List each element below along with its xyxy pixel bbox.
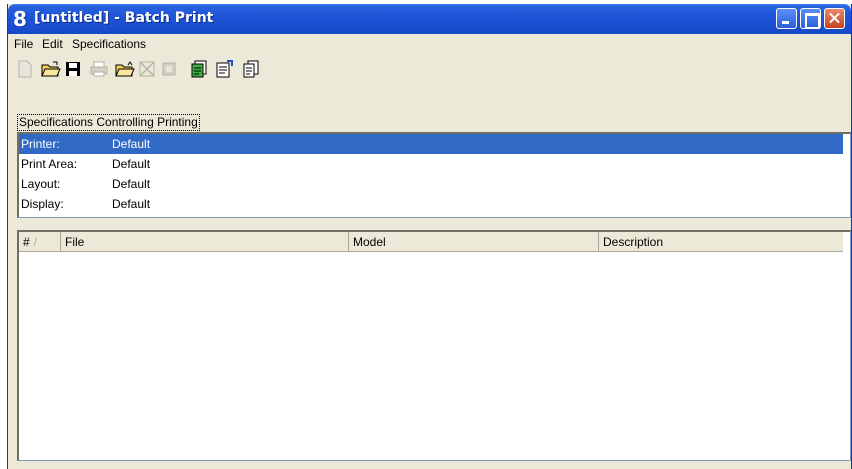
spec-row-printer[interactable]: Printer: Default — [19, 134, 843, 154]
multi-doc-icon[interactable] — [240, 58, 262, 80]
properties-doc-icon[interactable] — [214, 58, 236, 80]
sort-indicator: / — [33, 237, 37, 249]
batch-print-window: 8 [untitled] - Batch Print File Edit Spe… — [7, 4, 852, 469]
menu-specifications[interactable]: Specifications — [72, 37, 146, 51]
new-icon[interactable] — [14, 58, 36, 80]
spec-value: Default — [112, 177, 151, 191]
title-bar[interactable]: 8 [untitled] - Batch Print — [8, 4, 851, 34]
green-doc-icon[interactable] — [188, 58, 210, 80]
print-icon[interactable] — [88, 58, 110, 80]
menu-bar: File Edit Specifications — [8, 34, 851, 54]
spec-row-display[interactable]: Display: Default — [19, 194, 843, 214]
open-icon[interactable] — [40, 58, 62, 80]
file-list-header: # / File Model Description — [19, 232, 843, 252]
column-header-number[interactable]: # / — [19, 232, 61, 252]
column-number-label: # — [23, 235, 30, 249]
specifications-label: Specifications Controlling Printing — [17, 114, 200, 131]
spec-key: Printer: — [21, 137, 60, 151]
column-header-file[interactable]: File — [61, 232, 349, 252]
spec-value: Default — [112, 157, 151, 171]
spec-key: Layout: — [21, 177, 61, 191]
column-header-model[interactable]: Model — [349, 232, 599, 252]
file-list[interactable]: # / File Model Description — [17, 230, 851, 461]
close-button[interactable] — [824, 8, 845, 29]
spec-row-print-area[interactable]: Print Area: Default — [19, 154, 843, 174]
save-icon[interactable] — [62, 58, 84, 80]
spec-key: Print Area: — [21, 157, 78, 171]
column-header-description[interactable]: Description — [599, 232, 843, 252]
specifications-list[interactable]: Printer: Default Print Area: Default Lay… — [17, 132, 851, 218]
minimize-button[interactable] — [776, 8, 797, 29]
toolbar — [8, 54, 851, 86]
delete-icon[interactable] — [136, 58, 158, 80]
open-folder-icon[interactable] — [114, 58, 136, 80]
spec-key: Display: — [21, 197, 64, 211]
maximize-button[interactable] — [800, 8, 821, 29]
window-title: [untitled] - Batch Print — [34, 10, 214, 26]
spec-value: Default — [112, 197, 151, 211]
spec-value: Default — [112, 137, 151, 151]
menu-edit[interactable]: Edit — [42, 37, 63, 51]
app-icon: 8 — [13, 7, 27, 31]
menu-file[interactable]: File — [14, 37, 33, 51]
disabled-doc-icon[interactable] — [158, 58, 180, 80]
spec-row-layout[interactable]: Layout: Default — [19, 174, 843, 194]
